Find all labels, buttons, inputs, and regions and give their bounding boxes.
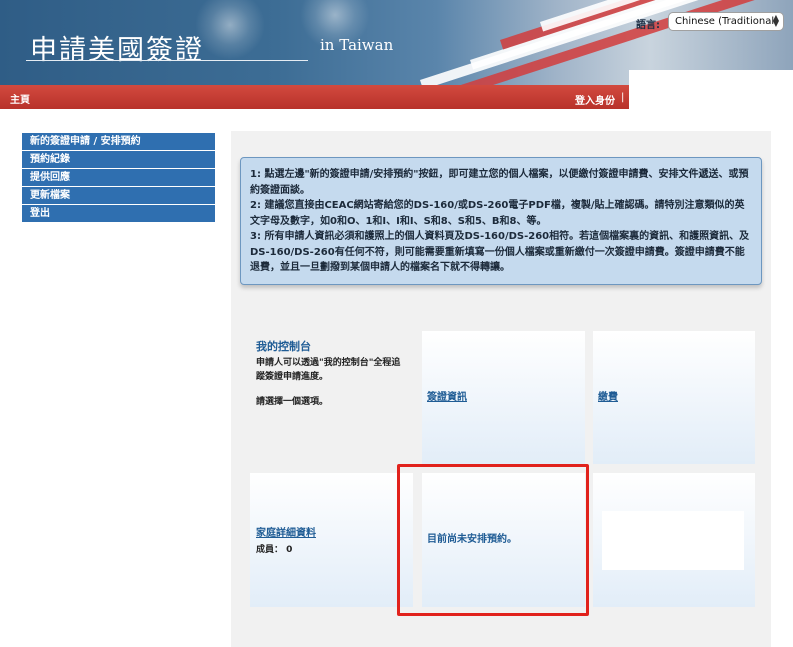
dashboard-description: 申請人可以透過"我的控制台"全程追蹤簽證申請進度。 — [256, 358, 401, 382]
firework-decoration — [195, 0, 265, 60]
visa-info-link[interactable]: 簽證資訊 — [427, 388, 467, 403]
family-details-link[interactable]: 家庭詳細資料 — [256, 524, 316, 539]
language-select[interactable]: Chinese (Traditional) ▲ ▼ — [668, 12, 784, 31]
highlight-box — [397, 464, 589, 616]
sidebar-item-logout[interactable]: 登出 — [22, 205, 215, 223]
members-label: 成員： — [256, 545, 284, 555]
payment-tile[interactable]: 繳費 — [593, 331, 755, 464]
sidebar-item-new-application[interactable]: 新的簽證申請 / 安排預約 — [22, 133, 215, 151]
sidebar-item-appointment-history[interactable]: 預約紀錄 — [22, 151, 215, 169]
members-value: 0 — [286, 545, 293, 555]
visa-info-tile[interactable]: 簽證資訊 — [422, 331, 585, 464]
redacted-area — [629, 70, 793, 130]
sidebar-menu: 新的簽證申請 / 安排預約 預約紀錄 提供回應 更新檔案 登出 — [22, 133, 215, 223]
language-value: Chinese (Traditional) — [675, 16, 778, 27]
nav-home-link[interactable]: 主頁 — [10, 91, 30, 106]
family-details-tile[interactable]: 家庭詳細資料 成員： 0 — [250, 473, 413, 607]
notice-line-1: 1: 點選左邊"新的簽證申請/安排預約"按鈕，即可建立您的個人檔案，以便繳付簽證… — [250, 169, 749, 196]
payment-link[interactable]: 繳費 — [598, 388, 618, 403]
redacted-box — [602, 511, 744, 570]
instructions-notice: 1: 點選左邊"新的簽證申請/安排預約"按鈕，即可建立您的個人檔案，以便繳付簽證… — [240, 157, 762, 285]
language-label: 語言: — [636, 20, 660, 31]
select-arrows-icon: ▲ ▼ — [772, 13, 779, 28]
family-members-count: 成員： 0 — [256, 542, 292, 555]
nav-login-status: 登入身份 — [575, 96, 615, 107]
dashboard-prompt: 請選擇一個選項。 — [256, 397, 329, 407]
title-underline — [26, 60, 308, 61]
sidebar-item-provide-response[interactable]: 提供回應 — [22, 169, 215, 187]
site-title: 申請美國簽證 — [30, 35, 204, 66]
sidebar-item-update-profile[interactable]: 更新檔案 — [22, 187, 215, 205]
notice-line-2: 2: 建議您直接由CEAC網站寄給您的DS-160/或DS-260電子PDF檔，… — [250, 200, 745, 227]
dashboard-tile: 我的控制台 申請人可以透過"我的控制台"全程追蹤簽證申請進度。 請選擇一個選項。 — [250, 331, 417, 464]
notice-line-3: 3: 所有申請人資訊必須和護照上的個人資料頁及DS-160/DS-260相符。若… — [250, 231, 750, 273]
nav-separator: | — [621, 92, 625, 103]
site-subtitle: in Taiwan — [320, 36, 394, 54]
dashboard-title: 我的控制台 — [256, 340, 311, 353]
